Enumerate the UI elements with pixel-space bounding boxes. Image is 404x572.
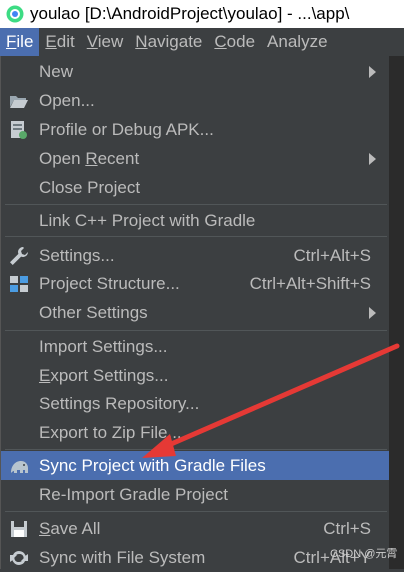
folder-open-icon — [8, 91, 30, 111]
menu-item-profile-debug-apk[interactable]: Profile or Debug APK... — [1, 115, 389, 144]
sync-refresh-icon — [8, 548, 30, 568]
watermark: CSDN @元霄 — [330, 548, 398, 560]
menu-item-other-settings[interactable]: Other Settings — [1, 298, 389, 327]
android-studio-icon — [6, 5, 24, 23]
submenu-arrow-icon — [369, 152, 376, 165]
menu-item-link-cpp[interactable]: Link C++ Project with Gradle — [1, 206, 389, 235]
menu-item-import-settings[interactable]: Import Settings... — [1, 332, 389, 361]
menu-view[interactable]: View — [81, 28, 130, 56]
menu-separator — [5, 204, 387, 205]
menu-analyze[interactable]: Analyze — [261, 28, 333, 56]
menu-item-close-project[interactable]: Close Project — [1, 173, 389, 202]
menu-item-open[interactable]: Open... — [1, 86, 389, 115]
menu-edit[interactable]: Edit — [39, 28, 80, 56]
menu-item-reimport-gradle[interactable]: Re-Import Gradle Project — [1, 480, 389, 509]
submenu-arrow-icon — [369, 306, 376, 319]
window-titlebar: youlao [D:\AndroidProject\youlao] - ...\… — [0, 0, 404, 29]
menu-item-new[interactable]: New — [1, 57, 389, 86]
menubar: File Edit View Navigate Code Analyze — [0, 28, 404, 56]
menu-item-sync-gradle[interactable]: Sync Project with Gradle Files — [1, 451, 389, 480]
submenu-arrow-icon — [369, 65, 376, 78]
menu-separator — [5, 236, 387, 237]
menu-item-save-all[interactable]: Save All Ctrl+S — [1, 514, 389, 543]
menu-navigate[interactable]: Navigate — [129, 28, 208, 56]
menu-separator — [5, 511, 387, 512]
menu-item-project-structure[interactable]: Project Structure... Ctrl+Alt+Shift+S — [1, 269, 389, 298]
menu-item-export-zip[interactable]: Export to Zip File... — [1, 418, 389, 447]
gradle-elephant-icon — [8, 456, 30, 476]
window-title: youlao [D:\AndroidProject\youlao] - ...\… — [30, 4, 350, 23]
editor-background — [390, 56, 404, 569]
save-icon — [8, 519, 30, 539]
menu-separator — [5, 330, 387, 331]
apk-debug-icon — [8, 120, 30, 140]
menu-item-export-settings[interactable]: Export Settings... — [1, 361, 389, 390]
wrench-icon — [8, 246, 30, 266]
menu-separator — [5, 449, 387, 450]
project-structure-icon — [8, 274, 30, 294]
menu-item-open-recent[interactable]: Open Recent — [1, 144, 389, 173]
menu-file[interactable]: File — [0, 28, 40, 56]
menu-code[interactable]: Code — [208, 28, 261, 56]
file-menu-dropdown: New Open... Profile or Debug APK... Open… — [0, 56, 390, 569]
menu-item-settings[interactable]: Settings... Ctrl+Alt+S — [1, 241, 389, 270]
menu-item-settings-repository[interactable]: Settings Repository... — [1, 389, 389, 418]
